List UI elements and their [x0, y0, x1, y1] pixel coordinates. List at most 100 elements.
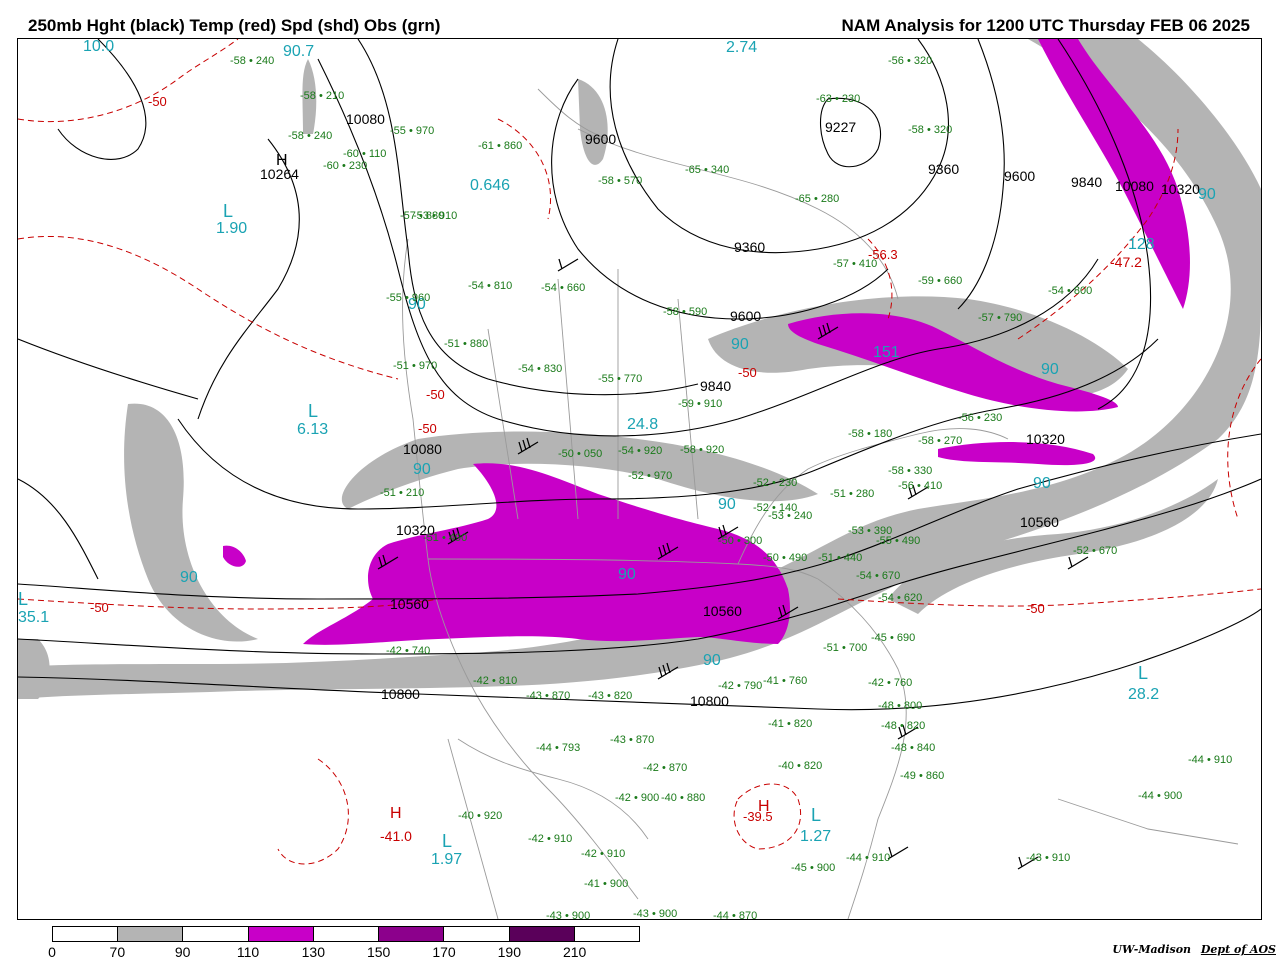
height-label: 10080 — [403, 441, 442, 457]
station-obs: -43 • 820 — [588, 690, 632, 702]
center-value: 1.97 — [431, 851, 462, 868]
legend-tick: 210 — [562, 944, 587, 960]
station-obs: -55 • 770 — [598, 373, 642, 385]
height-label: 9600 — [730, 308, 761, 324]
station-obs: -54 • 620 — [878, 592, 922, 604]
station-obs: -58 • 920 — [680, 444, 724, 456]
center-value: 24.8 — [627, 416, 658, 433]
legend-tick-labels: 0 70 90 110 130 150 170 190 210 — [48, 944, 640, 960]
station-obs: -51 • 970 — [393, 360, 437, 372]
height-label: 9360 — [734, 239, 765, 255]
legend-tick: 70 — [109, 944, 126, 960]
speed-color-legend — [52, 926, 640, 942]
legend-tick: 150 — [366, 944, 391, 960]
legend-swatch — [574, 927, 639, 941]
station-obs: -45 • 900 — [791, 862, 835, 874]
station-obs: -55 • 970 — [390, 125, 434, 137]
station-obs: -44 • 793 — [536, 742, 580, 754]
height-label: 10800 — [690, 693, 729, 709]
station-obs: -44 • 910 — [1188, 754, 1232, 766]
legend-swatch — [444, 927, 510, 941]
station-obs: -40 • 920 — [458, 810, 502, 822]
station-obs: -53 • 910 — [413, 210, 457, 222]
credit-dept: Dept of AOS — [1200, 943, 1276, 956]
station-obs: -52 • 670 — [1073, 545, 1117, 557]
height-label: 9600 — [1004, 168, 1035, 184]
legend-swatch — [313, 927, 380, 941]
station-obs: -51 • 700 — [823, 642, 867, 654]
station-obs: -58 • 180 — [848, 428, 892, 440]
height-label: 10320 — [1161, 181, 1200, 197]
chart-title-right: NAM Analysis for 1200 UTC Thursday FEB 0… — [841, 16, 1250, 35]
center-value: 1.90 — [216, 220, 247, 237]
station-obs: -43 • 900 — [546, 910, 590, 919]
center-value: 6.13 — [297, 421, 328, 438]
legend-swatch — [183, 927, 249, 941]
temp-label: -50 — [738, 365, 757, 380]
height-label: 10560 — [390, 596, 429, 612]
station-obs: -43 • 900 — [633, 908, 677, 919]
speed-label: 90 — [718, 496, 736, 513]
station-obs: -58 • 240 — [288, 130, 332, 142]
speed-label: 151 — [873, 344, 900, 361]
center-marker: L — [811, 805, 821, 825]
legend-tick: 90 — [174, 944, 191, 960]
station-obs: -60 • 230 — [323, 160, 367, 172]
station-obs: -50 • 050 — [558, 448, 602, 460]
temp-label: -50 — [418, 421, 437, 436]
speed-label: 90 — [413, 461, 431, 478]
station-obs: -56 • 320 — [888, 55, 932, 67]
center-value: 28.2 — [1128, 686, 1159, 703]
station-obs: -58 • 210 — [300, 90, 344, 102]
station-obs: -54 • 660 — [541, 282, 585, 294]
station-obs: -58 • 570 — [598, 175, 642, 187]
legend-tick: 190 — [497, 944, 522, 960]
legend-tick: 110 — [236, 944, 260, 960]
station-obs: -42 • 790 — [718, 680, 762, 692]
station-obs: -51 • 280 — [830, 488, 874, 500]
center-marker: L — [1138, 663, 1148, 683]
height-label: 9360 — [928, 161, 959, 177]
station-obs: -43 • 870 — [610, 734, 654, 746]
station-obs: -54 • 920 — [618, 445, 662, 457]
center-marker: H — [390, 805, 402, 822]
height-label: 10560 — [1020, 514, 1059, 530]
station-obs: -54 • 810 — [468, 280, 512, 292]
credit-footer: UW-Madison Dept of AOS — [1112, 943, 1276, 956]
center-value: -47.2 — [1110, 254, 1142, 270]
legend-swatch — [118, 927, 184, 941]
station-obs: -54 • 830 — [518, 363, 562, 375]
height-label: 9840 — [1071, 174, 1102, 190]
height-label: 9840 — [700, 378, 731, 394]
legend-swatch — [509, 927, 575, 941]
center-marker: H — [276, 152, 288, 169]
center-value: -39.5 — [743, 809, 773, 824]
height-label: 10080 — [346, 111, 385, 127]
station-obs: -48 • 820 — [881, 720, 925, 732]
height-label: 10800 — [381, 686, 420, 702]
station-obs: -52 • 970 — [628, 470, 672, 482]
speed-label: 90 — [703, 652, 721, 669]
station-obs: -50 • 490 — [763, 552, 807, 564]
station-obs: -49 • 860 — [900, 770, 944, 782]
station-obs: -50 • 300 — [718, 535, 762, 547]
station-obs: -58 • 320 — [908, 124, 952, 136]
station-obs: -42 • 910 — [581, 848, 625, 860]
station-obs: -58 • 270 — [918, 435, 962, 447]
legend-swatch — [53, 927, 119, 941]
temp-label: -50 — [148, 94, 167, 109]
station-obs: -42 • 870 — [643, 762, 687, 774]
station-obs: -56 • 230 — [958, 412, 1002, 424]
station-obs: -54 • 670 — [856, 570, 900, 582]
legend-tick: 130 — [301, 944, 326, 960]
credit-org: UW-Madison — [1112, 943, 1192, 956]
station-obs: -63 • 230 — [816, 93, 860, 105]
station-obs: -42 • 740 — [386, 645, 430, 657]
weather-map: 10080 9600 9227 9360 9600 9840 10080 103… — [17, 38, 1262, 920]
legend-swatch — [248, 927, 314, 941]
height-label: 9600 — [585, 131, 616, 147]
speed-label: 0.646 — [470, 177, 510, 194]
height-label: 10320 — [1026, 431, 1065, 447]
station-obs: -42 • 760 — [868, 677, 912, 689]
station-obs: -59 • 660 — [918, 275, 962, 287]
